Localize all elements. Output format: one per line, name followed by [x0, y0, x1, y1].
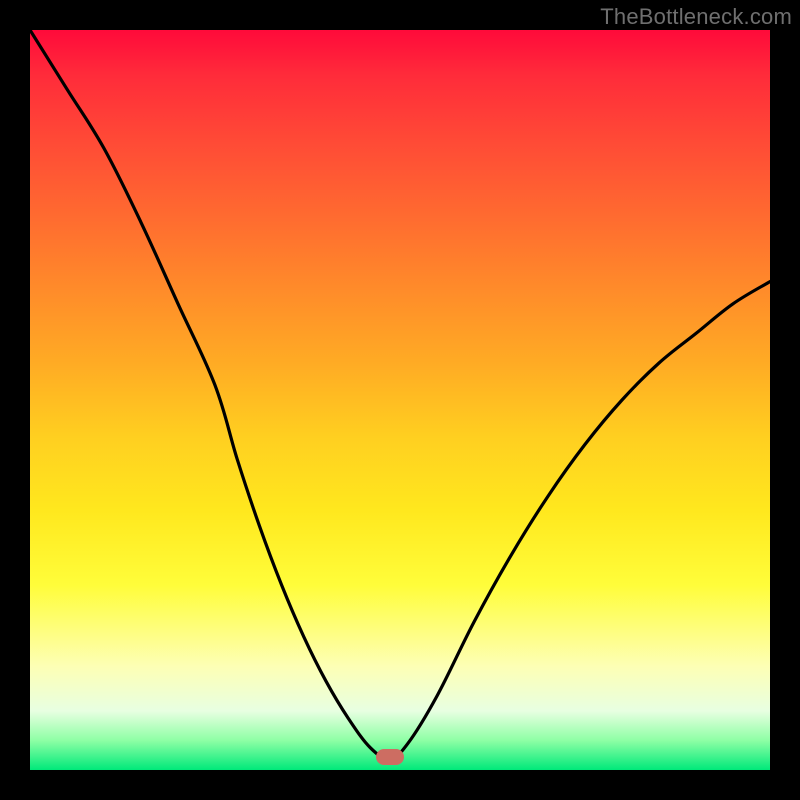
curve-path — [30, 30, 770, 759]
bottleneck-curve — [30, 30, 770, 770]
plot-area — [30, 30, 770, 770]
minimum-marker — [376, 749, 404, 765]
chart-frame: TheBottleneck.com — [0, 0, 800, 800]
attribution-text: TheBottleneck.com — [600, 4, 792, 30]
